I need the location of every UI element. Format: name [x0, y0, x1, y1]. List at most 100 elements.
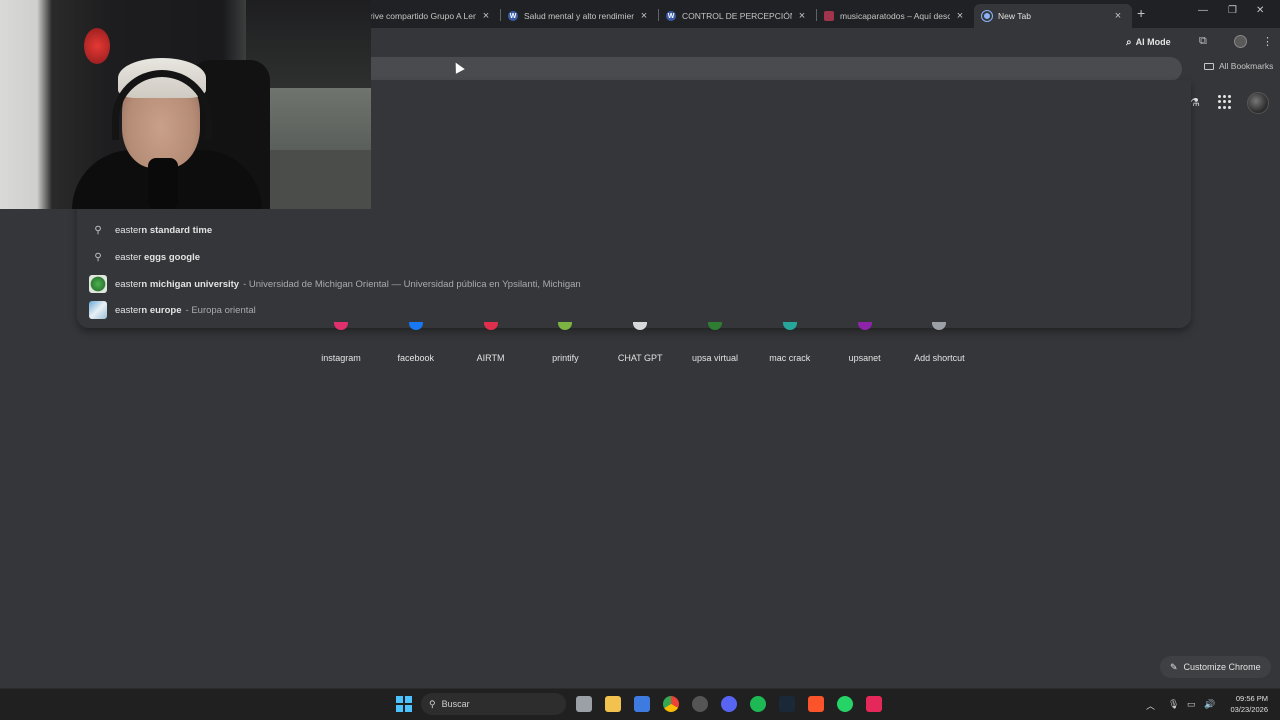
clock-date: 03/23/2026 — [1230, 705, 1268, 714]
suggestion-item[interactable]: easter n michigan university - Universida… — [87, 272, 1177, 296]
suggestion-completion: n michigan university — [141, 278, 240, 290]
google-account-avatar[interactable] — [1247, 92, 1269, 114]
omnibox[interactable] — [370, 57, 1182, 81]
ai-search-icon: ⌕ — [1126, 36, 1132, 48]
close-icon[interactable]: × — [480, 10, 492, 22]
steam-icon[interactable] — [779, 696, 795, 712]
shortcut-label: mac crack — [769, 353, 811, 363]
spotify-icon[interactable] — [750, 696, 766, 712]
new-tab-button[interactable]: + — [1137, 5, 1145, 21]
google-apps-icon[interactable] — [1218, 95, 1232, 109]
shortcut-favicon-icon — [558, 322, 573, 330]
search-icon: ⚲ — [94, 224, 102, 236]
clock-time: 09:56 PM — [1235, 694, 1268, 703]
task-view-icon[interactable] — [576, 696, 592, 712]
shortcut-favicon-icon — [857, 322, 872, 330]
labs-flask-icon[interactable]: ⚗ — [1190, 96, 1200, 109]
close-icon[interactable]: × — [638, 10, 650, 22]
folder-icon — [1204, 62, 1214, 70]
shortcut-label: upsa virtual — [691, 353, 739, 363]
shortcut-tile[interactable]: Add shortcut — [904, 322, 974, 366]
network-icon[interactable]: ▭ — [1187, 699, 1196, 710]
tab-title: rive compartido Grupo A Lengu — [370, 11, 476, 21]
ai-mode-button[interactable]: ⌕ AI Mode — [1126, 34, 1171, 50]
shortcut-label: Add shortcut — [914, 353, 965, 363]
suggestion-item[interactable]: ⚲ easter n standard time — [87, 218, 1177, 242]
suggestion-completion: eggs google — [144, 251, 200, 263]
windows-start-icon[interactable] — [396, 696, 412, 712]
shortcut-favicon-icon — [633, 322, 648, 330]
suggestion-typed: easter — [115, 251, 145, 263]
suggestion-typed: easter — [115, 224, 142, 236]
taskbar-search-placeholder: Buscar — [441, 699, 470, 709]
shortcut-favicon-icon — [483, 322, 498, 330]
profile-avatar[interactable] — [1234, 35, 1247, 48]
site-icon — [824, 11, 834, 21]
whatsapp-icon[interactable] — [837, 696, 853, 712]
shortcut-favicon-icon — [782, 322, 797, 330]
close-icon[interactable]: × — [1112, 10, 1124, 22]
tab-musicaparatodos[interactable]: musicaparatodos – Aquí descu × — [816, 4, 974, 28]
tab-title: CONTROL DE PERCEPCIÓN — [682, 11, 792, 21]
shortcut-tile[interactable]: mac crack — [755, 322, 825, 366]
chrome-icon — [981, 10, 993, 22]
discord-icon[interactable] — [721, 696, 737, 712]
close-icon[interactable]: × — [796, 10, 808, 22]
file-explorer-icon[interactable] — [605, 696, 621, 712]
extensions-icon[interactable]: ⧉ — [1199, 35, 1207, 48]
volume-icon[interactable]: 🔊 — [1204, 699, 1215, 710]
minimize-button[interactable]: — — [1198, 5, 1208, 16]
shortcut-favicon-icon — [932, 322, 947, 330]
tab-new-tab[interactable]: New Tab × — [974, 4, 1132, 28]
brave-icon[interactable] — [808, 696, 824, 712]
menu-kebab-icon[interactable]: ⋮ — [1262, 35, 1273, 48]
tab-title: Salud mental y alto rendimient — [524, 11, 634, 21]
obs-icon[interactable] — [692, 696, 708, 712]
shortcut-tile[interactable]: facebook — [381, 322, 451, 366]
shortcut-label: instagram — [321, 353, 361, 363]
window-close-button[interactable]: ✕ — [1256, 5, 1264, 16]
chrome-taskbar-icon[interactable] — [663, 696, 679, 712]
shortcut-tile[interactable]: upsanet — [830, 322, 900, 366]
taskbar-clock[interactable]: 09:56 PM 03/23/2026 — [1226, 693, 1268, 715]
shortcut-label: facebook — [397, 353, 435, 363]
europe-thumbnail-icon — [89, 301, 107, 319]
microphone-icon[interactable]: 🎙 — [1168, 699, 1179, 710]
search-icon: ⚲ — [429, 698, 436, 709]
all-bookmarks-button[interactable]: All Bookmarks — [1204, 61, 1273, 71]
webcam-overlay — [0, 0, 371, 209]
shortcut-tile[interactable]: printify — [530, 322, 600, 366]
shortcut-tile[interactable]: AIRTM — [456, 322, 526, 366]
search-icon: ⚲ — [94, 251, 102, 263]
tiktok-icon[interactable] — [866, 696, 882, 712]
taskbar-search[interactable]: ⚲ Buscar — [421, 693, 566, 715]
shortcut-tile[interactable]: CHAT GPT — [605, 322, 675, 366]
shortcut-label: upsanet — [848, 353, 881, 363]
suggestion-item[interactable]: ⚲ easter eggs google — [87, 245, 1177, 269]
shortcut-label: AIRTM — [476, 353, 505, 363]
all-bookmarks-label: All Bookmarks — [1219, 61, 1274, 71]
suggestion-description: - Universidad de Michigan Oriental — Uni… — [243, 278, 581, 290]
tray-overflow-icon[interactable]: ︿ — [1146, 699, 1155, 712]
suggestion-completion: n standard time — [141, 224, 213, 236]
tab-drive[interactable]: rive compartido Grupo A Lengu × — [362, 4, 500, 28]
suggestion-description: - Europa oriental — [185, 304, 256, 316]
shortcut-tile[interactable]: upsa virtual — [680, 322, 750, 366]
microsoft-store-icon[interactable] — [634, 696, 650, 712]
tab-title: musicaparatodos – Aquí descu — [840, 11, 950, 21]
shortcut-tile[interactable]: instagram — [306, 322, 376, 366]
shortcut-label: printify — [552, 353, 579, 363]
shortcut-favicon-icon — [708, 322, 722, 330]
wordpress-icon: W — [666, 11, 676, 21]
wordpress-icon: W — [508, 11, 518, 21]
customize-chrome-button[interactable]: ✎ Customize Chrome — [1160, 656, 1271, 678]
tab-control-percepcion[interactable]: W CONTROL DE PERCEPCIÓN × — [658, 4, 816, 28]
customize-chrome-label: Customize Chrome — [1183, 662, 1261, 672]
restore-button[interactable]: ❐ — [1228, 5, 1237, 16]
tab-salud-mental[interactable]: W Salud mental y alto rendimient × — [500, 4, 658, 28]
shortcut-favicon-icon — [334, 322, 348, 330]
suggestion-item[interactable]: easter n europe - Europa oriental — [87, 298, 1177, 322]
ai-mode-label: AI Mode — [1135, 37, 1171, 47]
close-icon[interactable]: × — [954, 10, 966, 22]
pencil-icon: ✎ — [1170, 661, 1178, 672]
